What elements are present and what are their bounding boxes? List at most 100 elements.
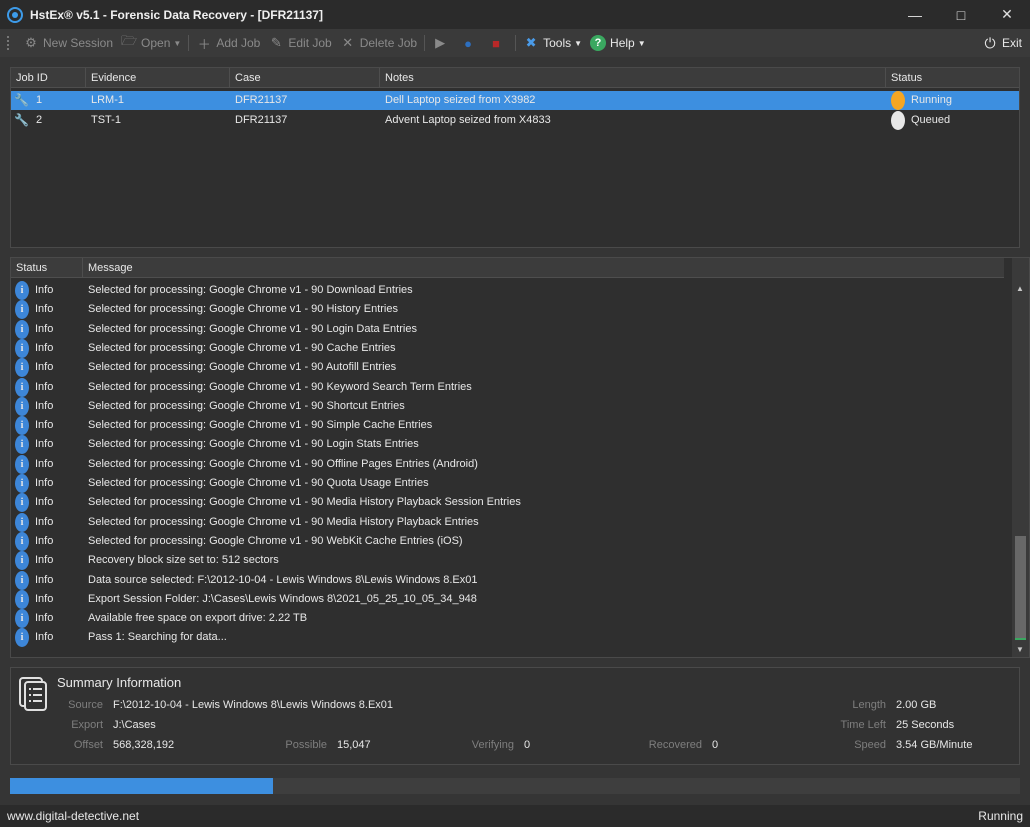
job-status: Queued xyxy=(911,114,951,126)
open-button[interactable]: 🗁 Open ▼ xyxy=(117,31,185,55)
maximize-button[interactable]: □ xyxy=(938,0,984,29)
new-session-button[interactable]: ⚙ New Session xyxy=(19,31,117,55)
scroll-down-icon[interactable]: ▼ xyxy=(1016,645,1024,654)
export-label: Export xyxy=(71,719,103,731)
column-header-notes[interactable]: Notes xyxy=(380,68,886,88)
log-row[interactable]: i Info Pass 1: Searching for data... xyxy=(11,628,1004,648)
maximize-icon: □ xyxy=(956,6,966,23)
log-row[interactable]: i Info Selected for processing: Google Chr… xyxy=(11,531,1004,551)
status-queued-icon xyxy=(891,111,905,130)
speed-value: 3.54 GB/Minute xyxy=(896,739,973,751)
exit-button[interactable]: ⏻ Exit xyxy=(978,31,1026,55)
log-status: Info xyxy=(35,438,54,451)
job-evidence: LRM-1 xyxy=(91,94,125,106)
status-bar: www.digital-detective.net Running xyxy=(0,805,1030,827)
open-label: Open xyxy=(141,36,171,50)
log-message: Selected for processing: Google Chrome v… xyxy=(88,361,397,374)
log-status: Info xyxy=(35,341,54,354)
toolbar-separator xyxy=(515,35,517,51)
log-message: Selected for processing: Google Chrome v… xyxy=(88,341,396,354)
scroll-up-icon[interactable]: ▲ xyxy=(1016,284,1024,293)
log-row[interactable]: i Info Selected for processing: Google Chr… xyxy=(11,300,1004,320)
log-row[interactable]: i Info Export Session Folder: J:\Cases\Lew… xyxy=(11,589,1004,609)
log-row[interactable]: i Info Selected for processing: Google Chr… xyxy=(11,338,1004,358)
minimize-button[interactable]: — xyxy=(892,0,938,29)
pause-button[interactable]: ● xyxy=(456,31,484,55)
log-status: Info xyxy=(35,419,54,432)
column-header-status[interactable]: Status xyxy=(11,258,83,278)
power-icon: ⏻ xyxy=(984,34,996,51)
toolbar-grip[interactable] xyxy=(7,36,11,50)
log-status: Info xyxy=(35,477,54,489)
play-button[interactable]: ▶ xyxy=(428,31,456,55)
possible-label: Possible xyxy=(285,739,327,751)
edit-job-label: Edit Job xyxy=(288,36,332,50)
log-status: Info xyxy=(35,592,54,605)
log-message: Selected for processing: Google Chrome v… xyxy=(88,496,521,509)
info-icon: i xyxy=(15,493,29,513)
job-row[interactable]: 🔧 1 LRM-1 DFR21137 Dell Laptop seized fr… xyxy=(11,91,1019,110)
edit-job-button[interactable]: ✎ Edit Job xyxy=(264,31,335,55)
progress-fill xyxy=(10,778,273,794)
log-status: Info xyxy=(35,361,54,374)
log-row[interactable]: i Info Selected for processing: Google Chr… xyxy=(11,474,1004,493)
close-button[interactable]: ✕ xyxy=(984,0,1030,29)
verifying-label: Verifying xyxy=(471,739,514,751)
column-header-status[interactable]: Status xyxy=(886,68,1019,88)
minimize-icon: — xyxy=(908,6,922,23)
help-menu-button[interactable]: ? Help ▼ xyxy=(586,31,650,55)
stop-button[interactable]: ■ xyxy=(484,31,512,55)
play-icon: ▶ xyxy=(435,35,446,50)
export-value: J:\Cases xyxy=(113,719,156,731)
log-row[interactable]: i Info Selected for processing: Google Chr… xyxy=(11,281,1004,300)
toolbar-separator xyxy=(424,35,426,51)
delete-job-label: Delete Job xyxy=(359,36,418,50)
info-icon: i xyxy=(15,609,29,629)
log-row[interactable]: i Info Selected for processing: Google Chr… xyxy=(11,319,1004,339)
log-status: Info xyxy=(35,534,54,547)
recovered-label: Recovered xyxy=(648,739,702,751)
log-row[interactable]: i Info Data source selected: F:\2012-10-04… xyxy=(11,570,1004,590)
log-message: Selected for processing: Google Chrome v… xyxy=(88,419,433,432)
log-message: Export Session Folder: J:\Cases\Lewis Wi… xyxy=(88,592,477,605)
info-icon: i xyxy=(15,435,29,455)
log-status: Info xyxy=(35,631,54,644)
job-row[interactable]: 🔧 2 TST-1 DFR21137 Advent Laptop seized … xyxy=(11,111,1019,130)
log-row[interactable]: i Info Available free space on export driv… xyxy=(11,609,1004,629)
website-link[interactable]: www.digital-detective.net xyxy=(7,809,139,823)
column-header-case[interactable]: Case xyxy=(230,68,380,88)
add-job-button[interactable]: ＋ Add Job xyxy=(192,31,264,55)
log-row[interactable]: i Info Selected for processing: Google Chr… xyxy=(11,512,1004,532)
log-row[interactable]: i Info Selected for processing: Google Chr… xyxy=(11,358,1004,378)
column-header-message[interactable]: Message xyxy=(83,258,1004,278)
column-header-evidence[interactable]: Evidence xyxy=(86,68,230,88)
log-row[interactable]: i Info Recovery block size set to: 512 sec… xyxy=(11,551,1004,571)
log-status: Info xyxy=(35,380,54,393)
log-row[interactable]: i Info Selected for processing: Google Chr… xyxy=(11,416,1004,436)
jobs-grid[interactable]: Job ID Evidence Case Notes Status 🔧 1 LR… xyxy=(10,67,1020,248)
job-evidence: TST-1 xyxy=(91,114,121,126)
column-header-job-id[interactable]: Job ID xyxy=(11,68,86,88)
tools-menu-button[interactable]: ✖ Tools ▼ xyxy=(519,31,586,55)
delete-job-button[interactable]: ✕ Delete Job xyxy=(336,31,421,55)
summary-title: Summary Information xyxy=(57,675,182,690)
log-row[interactable]: i Info Selected for processing: Google Chr… xyxy=(11,454,1004,474)
info-icon: i xyxy=(15,416,29,436)
log-row[interactable]: i Info Selected for processing: Google Chr… xyxy=(11,377,1004,397)
log-row[interactable]: i Info Selected for processing: Google Chr… xyxy=(11,396,1004,416)
log-row[interactable]: i Info Selected for processing: Google Chr… xyxy=(11,435,1004,455)
log-row[interactable]: i Info Selected for processing: Google Chr… xyxy=(11,493,1004,513)
scrollbar-thumb[interactable] xyxy=(1015,536,1026,638)
log-message: Selected for processing: Google Chrome v… xyxy=(88,515,479,528)
log-message: Selected for processing: Google Chrome v… xyxy=(88,457,478,470)
info-icon: i xyxy=(15,474,29,493)
chevron-down-icon[interactable]: ▼ xyxy=(173,39,181,48)
info-icon: i xyxy=(15,338,29,358)
log-status: Info xyxy=(35,457,54,470)
job-notes: Advent Laptop seized from X4833 xyxy=(385,114,551,126)
wrench-icon: 🔧 xyxy=(14,113,29,127)
summary-panel: Summary Information Source F:\2012-10-04… xyxy=(10,667,1020,765)
info-icon: i xyxy=(15,531,29,551)
log-grid[interactable]: Status Message i Info Selected for process… xyxy=(10,257,1030,658)
log-scrollbar[interactable]: ▲ ▼ xyxy=(1012,258,1029,657)
